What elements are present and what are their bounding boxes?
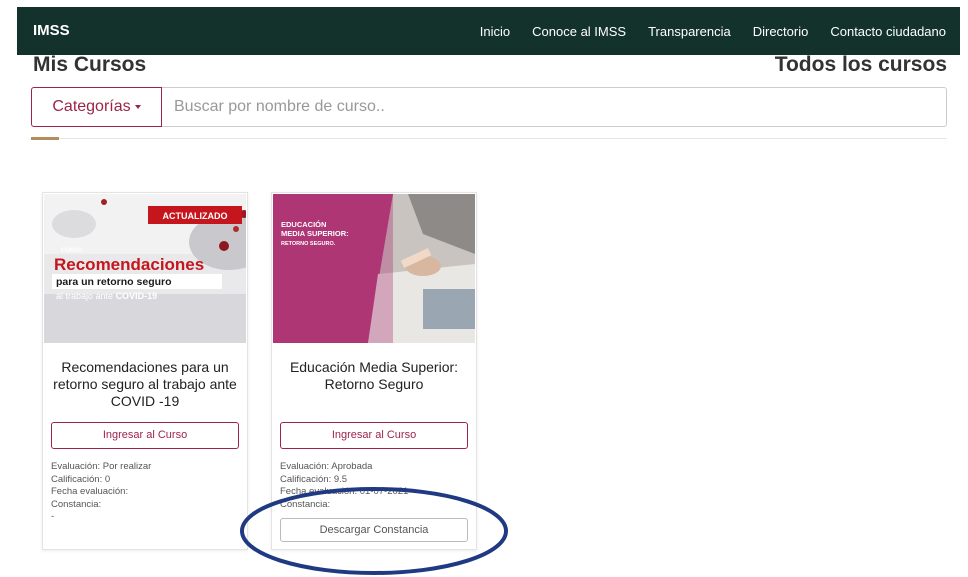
- evaluation-date: Fecha evaluación:: [51, 486, 129, 497]
- enter-course-button[interactable]: Ingresar al Curso: [51, 422, 239, 449]
- nav-link-conoce[interactable]: Conoce al IMSS: [532, 24, 626, 39]
- course-info: Evaluación: Por realizar Calificación: 0…: [51, 461, 151, 524]
- covid-course-image: ACTUALIZADO CURSO Recomendaciones para u…: [44, 194, 246, 343]
- evaluation-status: Evaluación: Aprobada: [280, 461, 373, 472]
- image-line2: MEDIA SUPERIOR:: [281, 229, 349, 238]
- course-title: Recomendaciones para un retorno seguro a…: [53, 359, 237, 409]
- caret-down-icon: [134, 105, 141, 109]
- image-kicker: CURSO: [61, 248, 83, 254]
- nav-link-inicio[interactable]: Inicio: [480, 24, 510, 39]
- nav-links: Inicio Conoce al IMSS Transparencia Dire…: [458, 24, 946, 39]
- enter-course-button[interactable]: Ingresar al Curso: [280, 422, 468, 449]
- brand-logo[interactable]: IMSS: [33, 22, 70, 39]
- nav-link-contacto[interactable]: Contacto ciudadano: [830, 24, 946, 39]
- course-thumbnail[interactable]: ACTUALIZADO CURSO Recomendaciones para u…: [44, 194, 246, 343]
- image-line2: para un retorno seguro: [56, 276, 172, 288]
- course-search-input[interactable]: [162, 87, 947, 127]
- divider: [59, 138, 947, 139]
- education-course-image: EDUCACIÓN MEDIA SUPERIOR: RETORNO SEGURO…: [273, 194, 475, 343]
- categories-label: Categorías: [52, 98, 131, 115]
- categories-dropdown[interactable]: Categorías: [31, 87, 162, 127]
- evaluation-status: Evaluación: Por realizar: [51, 461, 152, 472]
- top-navbar: IMSS Inicio Conoce al IMSS Transparencia…: [17, 7, 960, 55]
- course-thumbnail[interactable]: EDUCACIÓN MEDIA SUPERIOR: RETORNO SEGURO…: [273, 194, 475, 343]
- search-bar: Categorías: [31, 87, 947, 127]
- course-card: ACTUALIZADO CURSO Recomendaciones para u…: [42, 192, 248, 550]
- image-line3: al trabajo ante COVID-19: [56, 291, 157, 301]
- nav-link-directorio[interactable]: Directorio: [753, 24, 809, 39]
- grade: Calificación: 0: [51, 473, 111, 485]
- nav-link-transparencia[interactable]: Transparencia: [648, 24, 731, 39]
- all-courses-link[interactable]: Todos los cursos: [775, 53, 947, 77]
- image-headline: Recomendaciones: [54, 255, 204, 274]
- updated-badge-text: ACTUALIZADO: [163, 211, 228, 221]
- course-title: Educación Media Superior: Retorno Seguro: [289, 359, 459, 392]
- certificate-label: Constancia:: [51, 498, 102, 510]
- page-title: Mis Cursos: [33, 53, 147, 76]
- certificate-value: -: [51, 511, 55, 522]
- accent-underline: [31, 137, 59, 140]
- image-line3: RETORNO SEGURO.: [281, 241, 336, 247]
- image-line1: EDUCACIÓN: [281, 220, 326, 229]
- highlight-ellipse: [240, 487, 508, 575]
